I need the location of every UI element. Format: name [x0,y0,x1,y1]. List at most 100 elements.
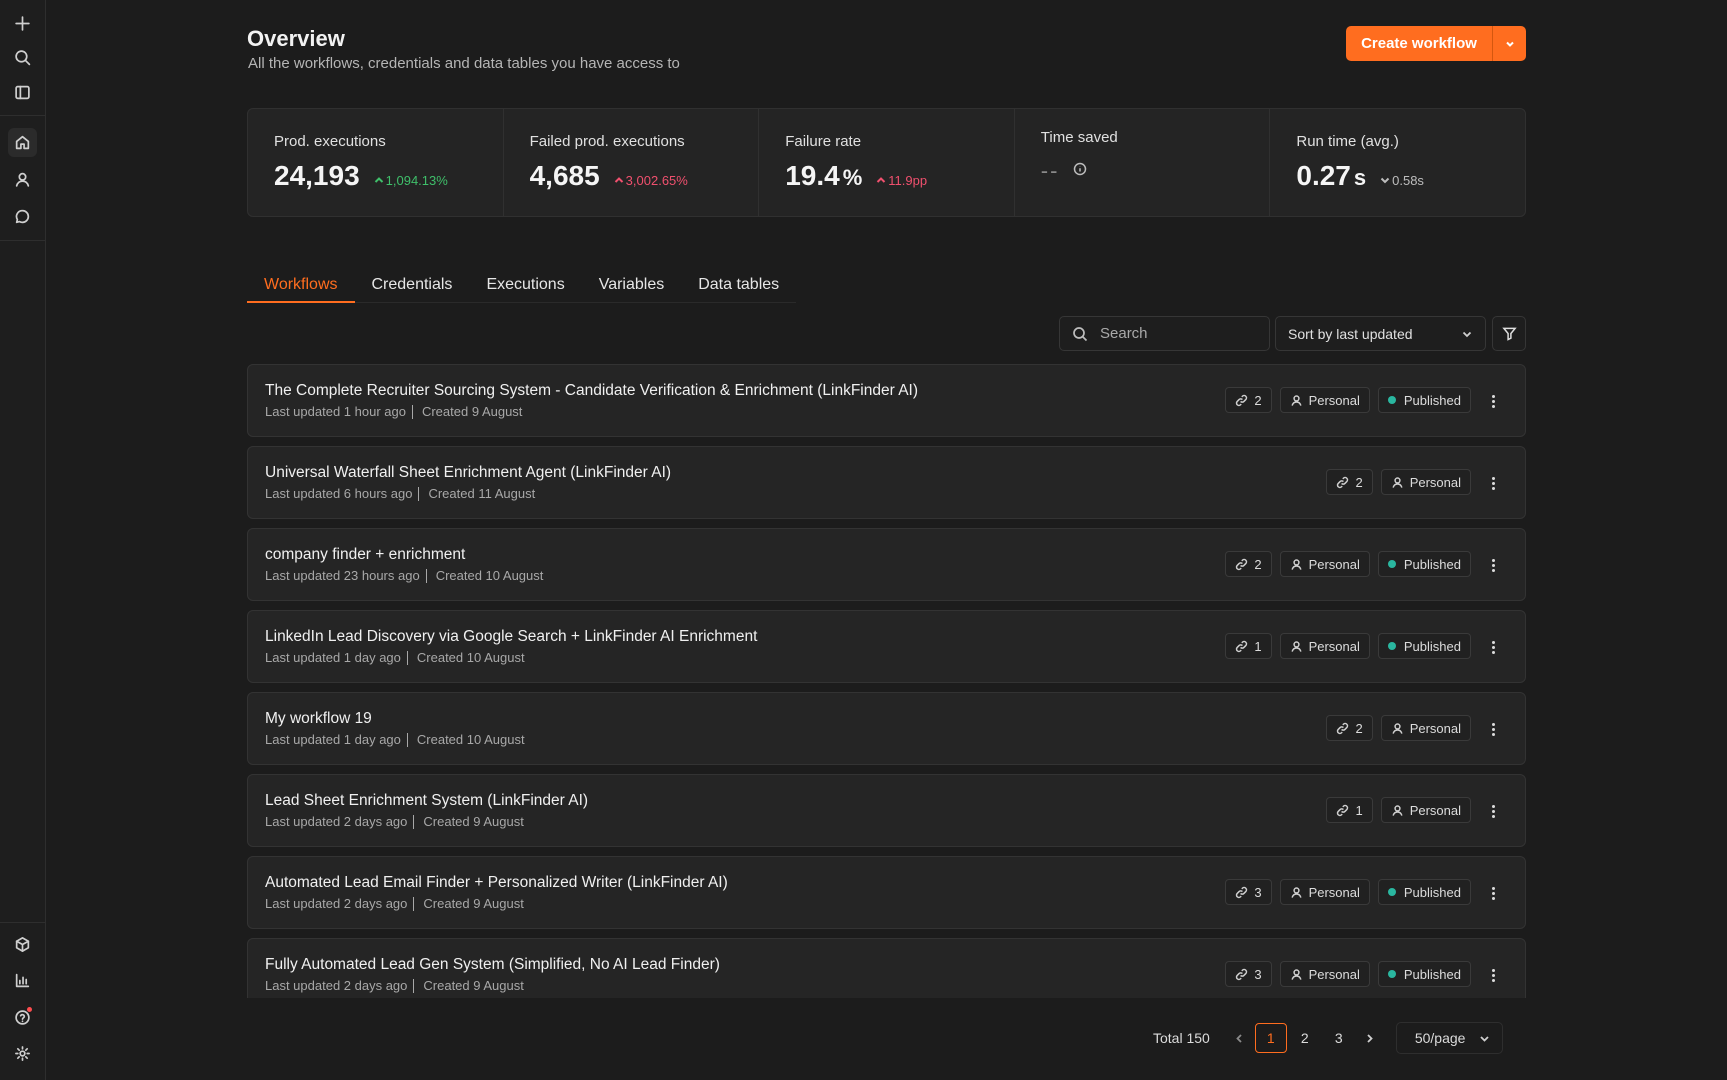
status-badge: Published [1377,633,1471,659]
user-icon[interactable] [8,165,37,194]
stat-value: -- [1040,158,1060,183]
workflow-title[interactable]: LinkedIn Lead Discovery via Google Searc… [265,628,757,646]
stat-time-saved[interactable]: Time saved -- [1015,109,1271,216]
link-count-badge: 1 [1225,633,1272,659]
create-workflow-label[interactable]: Create workflow [1346,26,1492,61]
arrow-down-icon [1380,177,1390,184]
more-options-icon[interactable] [1485,473,1501,493]
more-options-icon[interactable] [1485,719,1501,739]
user-icon [1391,722,1410,735]
home-icon[interactable] [8,128,37,157]
create-workflow-button[interactable]: Create workflow [1346,26,1526,61]
workflow-title[interactable]: Universal Waterfall Sheet Enrichment Age… [265,464,671,482]
more-options-icon[interactable] [1485,801,1501,821]
meta-divider [413,979,415,993]
user-icon [1391,476,1410,489]
link-icon [1336,804,1355,817]
workflow-updated: Last updated 2 days ago [265,978,408,993]
chevron-right-icon [1367,1033,1374,1043]
settings-icon[interactable] [8,1039,37,1068]
tab-data-tables[interactable]: Data tables [681,270,796,303]
tab-variables[interactable]: Variables [582,270,682,303]
more-options-icon[interactable] [1485,555,1501,575]
workflow-row[interactable]: My workflow 19 Last updated 1 day ago Crea… [247,692,1526,765]
search-box[interactable] [1059,316,1270,351]
page-1-button[interactable]: 1 [1254,1023,1287,1053]
info-icon[interactable] [1059,162,1087,181]
tab-credentials[interactable]: Credentials [355,270,470,303]
published-dot [1387,970,1396,978]
workflow-row[interactable]: Fully Automated Lead Gen System (Simplif… [247,938,1526,998]
help-icon[interactable] [8,1003,37,1032]
workflow-updated: Last updated 2 days ago [265,896,408,911]
add-icon[interactable] [8,9,37,38]
stat-label: Prod. executions [274,133,386,150]
workflow-updated: Last updated 2 days ago [265,814,408,829]
stat-failure-rate[interactable]: Failure rate 19.4 % 11.9pp [759,109,1015,216]
more-options-icon[interactable] [1485,391,1501,411]
user-icon [1290,640,1309,653]
meta-divider [413,897,415,911]
insights-icon[interactable] [8,966,37,995]
filter-button[interactable] [1492,316,1526,351]
stat-failed-executions[interactable]: Failed prod. executions 4,685 3,002.65% [504,109,760,216]
workflow-created: Created 9 August [421,404,523,419]
published-dot [1387,560,1396,568]
chevron-down-icon [1462,331,1472,337]
page-title: Overview [247,26,345,51]
prev-page-button[interactable] [1226,1023,1254,1053]
sidebar-toggle-icon[interactable] [8,78,37,107]
next-page-button[interactable] [1356,1023,1384,1053]
workflow-created: Created 10 August [416,650,525,665]
stat-run-time[interactable]: Run time (avg.) 0.27 s 0.58s [1270,109,1525,216]
templates-icon[interactable] [8,930,37,959]
workflow-row[interactable]: company finder + enrichment Last updated … [247,528,1526,601]
workflow-created: Created 11 August [428,486,536,501]
tab-bar: Workflows Credentials Executions Variabl… [247,270,797,303]
search-input[interactable] [1100,325,1260,342]
workflow-title[interactable]: Fully Automated Lead Gen System (Simplif… [265,956,720,974]
page-size-label: 50/page [1414,1030,1466,1046]
page-3-button[interactable]: 3 [1323,1023,1355,1053]
workflow-created: Created 9 August [423,978,524,993]
page-2-button[interactable]: 2 [1289,1023,1321,1053]
more-options-icon[interactable] [1485,965,1501,985]
workflow-row[interactable]: The Complete Recruiter Sourcing System -… [247,364,1526,437]
workflow-title[interactable]: Automated Lead Email Finder + Personaliz… [265,874,728,892]
workflow-badges: 3 Personal Published [1225,961,1471,987]
stat-unit: s [1353,165,1367,190]
workflow-title[interactable]: My workflow 19 [265,710,372,728]
workflow-badges: 2 Personal [1326,715,1471,741]
notification-dot [27,1007,32,1012]
workflow-row[interactable]: Universal Waterfall Sheet Enrichment Age… [247,446,1526,519]
chat-icon[interactable] [8,202,37,231]
workflow-created: Created 10 August [435,568,544,583]
sidebar-divider [0,240,46,241]
workflow-list: The Complete Recruiter Sourcing System -… [247,364,1526,998]
tab-workflows[interactable]: Workflows [247,270,355,303]
link-icon [1235,640,1254,653]
workflow-row[interactable]: Automated Lead Email Finder + Personaliz… [247,856,1526,929]
stat-prod-executions[interactable]: Prod. executions 24,193 1,094.13% [248,109,504,216]
more-options-icon[interactable] [1485,883,1501,903]
published-dot [1387,642,1396,650]
owner-badge: Personal [1279,551,1370,577]
workflow-title[interactable]: The Complete Recruiter Sourcing System -… [265,382,918,400]
workflow-row[interactable]: Lead Sheet Enrichment System (LinkFinder… [247,774,1526,847]
workflow-title[interactable]: Lead Sheet Enrichment System (LinkFinder… [265,792,588,810]
sort-select[interactable]: Sort by last updated [1275,316,1486,351]
workflow-row[interactable]: LinkedIn Lead Discovery via Google Searc… [247,610,1526,683]
tab-executions[interactable]: Executions [469,270,581,303]
page-size-select[interactable]: 50/page [1395,1022,1503,1054]
workflow-meta: Last updated 1 day ago Created 10 August [265,732,525,747]
workflow-meta: Last updated 6 hours ago Created 11 Augus… [265,486,535,501]
more-options-icon[interactable] [1485,637,1501,657]
search-icon[interactable] [8,43,37,72]
link-count-badge: 3 [1225,961,1272,987]
workflow-title[interactable]: company finder + enrichment [265,546,465,564]
pagination: Total 150 1 2 3 50/page [1153,1022,1503,1054]
user-icon [1290,968,1309,981]
stat-label: Time saved [1040,129,1118,146]
create-workflow-dropdown[interactable] [1492,26,1526,61]
stat-value: 19.4 [785,160,840,191]
